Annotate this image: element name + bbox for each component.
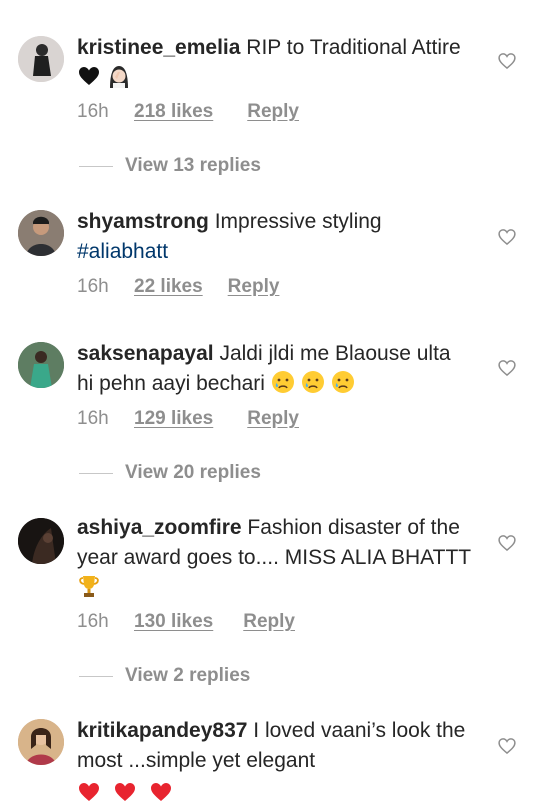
woman-facepalming-emoji (107, 64, 131, 88)
view-replies-button[interactable]: View 2 replies (79, 663, 250, 689)
reply-button[interactable]: Reply (243, 611, 295, 633)
avatar[interactable] (18, 518, 64, 564)
crying-face-emoji (271, 370, 295, 394)
likes-link[interactable]: 22 likes (134, 276, 203, 298)
heart-outline-icon[interactable] (497, 227, 517, 247)
view-replies-button[interactable]: View 13 replies (79, 153, 261, 179)
red-heart-emoji (77, 780, 101, 804)
crying-face-emoji (331, 370, 355, 394)
comment-body: RIP to Traditional Attire (246, 36, 461, 59)
avatar[interactable] (18, 719, 64, 765)
view-replies-label: View 13 replies (125, 155, 261, 176)
replies-divider (79, 472, 113, 474)
red-heart-emoji (113, 780, 137, 804)
heart-outline-icon[interactable] (497, 736, 517, 756)
comment-time: 16h (77, 408, 109, 429)
red-heart-emoji (149, 780, 173, 804)
heart-outline-icon[interactable] (497, 533, 517, 553)
replies-divider (79, 165, 113, 167)
comment-username[interactable]: ashiya_zoomfire (77, 516, 242, 539)
likes-link[interactable]: 129 likes (134, 408, 213, 430)
comment-time: 16h (77, 611, 109, 632)
likes-link[interactable]: 130 likes (134, 611, 213, 633)
likes-link[interactable]: 218 likes (134, 101, 213, 123)
avatar[interactable] (18, 210, 64, 256)
comment-time: 16h (77, 276, 109, 297)
trophy-emoji (77, 574, 101, 598)
reply-button[interactable]: Reply (228, 276, 280, 298)
avatar[interactable] (18, 36, 64, 82)
comment-text: ashiya_zoomfire Fashion disaster of the … (77, 513, 472, 603)
comment-text: kristinee_emelia RIP to Traditional Atti… (77, 33, 472, 93)
view-replies-label: View 2 replies (125, 665, 251, 686)
comment-text: kritikapandey837 I loved vaani’s look th… (77, 716, 472, 809)
comment-time: 16h (77, 101, 109, 122)
comment-text: saksenapayal Jaldi jldi me Blaouse ulta … (77, 339, 472, 399)
hashtag-link[interactable]: #aliabhatt (77, 240, 168, 263)
view-replies-button[interactable]: View 20 replies (79, 460, 261, 486)
heart-outline-icon[interactable] (497, 358, 517, 378)
comment-meta: 16h 130 likes Reply (77, 609, 295, 635)
replies-divider (79, 675, 113, 677)
comment-username[interactable]: kristinee_emelia (77, 36, 240, 59)
heart-outline-icon[interactable] (497, 51, 517, 71)
comment-meta: 16h 129 likes Reply (77, 406, 299, 432)
comment-username[interactable]: shyamstrong (77, 210, 209, 233)
comment-text: shyamstrong Impressive styling #aliabhat… (77, 207, 472, 267)
comment-meta: 16h 218 likes Reply (77, 99, 299, 125)
avatar[interactable] (18, 342, 64, 388)
black-heart-emoji (77, 64, 101, 88)
comment-username[interactable]: saksenapayal (77, 342, 214, 365)
crying-face-emoji (301, 370, 325, 394)
reply-button[interactable]: Reply (247, 408, 299, 430)
reply-button[interactable]: Reply (247, 101, 299, 123)
view-replies-label: View 20 replies (125, 462, 261, 483)
comment-meta: 16h 22 likes Reply (77, 274, 279, 300)
comment-body: Impressive styling (214, 210, 382, 233)
comment-username[interactable]: kritikapandey837 (77, 719, 247, 742)
